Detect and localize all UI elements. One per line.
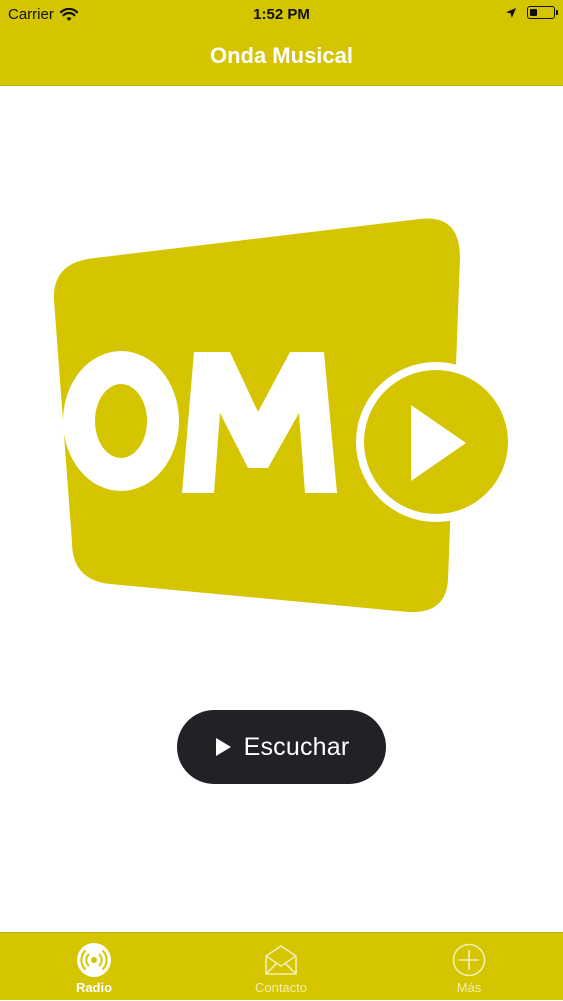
battery-icon <box>527 6 558 19</box>
listen-button[interactable]: Escuchar <box>177 710 386 784</box>
location-arrow-icon <box>506 7 516 18</box>
page-title: Onda Musical <box>209 43 354 68</box>
status-right <box>505 6 558 19</box>
play-circle-icon <box>356 362 516 522</box>
tab-mas[interactable]: Más <box>419 933 519 1001</box>
tab-contacto-label: Contacto <box>254 980 308 995</box>
status-bar: Carrier 1:52 PM <box>0 0 563 32</box>
tab-radio[interactable]: Radio <box>44 933 144 1001</box>
listen-button-label: Escuchar <box>243 732 350 761</box>
play-icon <box>215 738 231 756</box>
tab-mas-label: Más <box>456 980 482 995</box>
tab-contacto[interactable]: Contacto <box>231 933 331 1001</box>
status-time: 1:52 PM <box>253 6 310 23</box>
battery-level <box>529 8 537 16</box>
radio-broadcast-icon <box>77 943 111 977</box>
onda-musical-logo <box>53 218 516 613</box>
plus-circle-icon <box>452 943 486 977</box>
tab-bar: Radio Contacto Más <box>0 932 563 1000</box>
envelope-icon <box>265 945 297 975</box>
tab-radio-label: Radio <box>75 980 113 995</box>
navigation-bar: Onda Musical <box>0 32 563 86</box>
